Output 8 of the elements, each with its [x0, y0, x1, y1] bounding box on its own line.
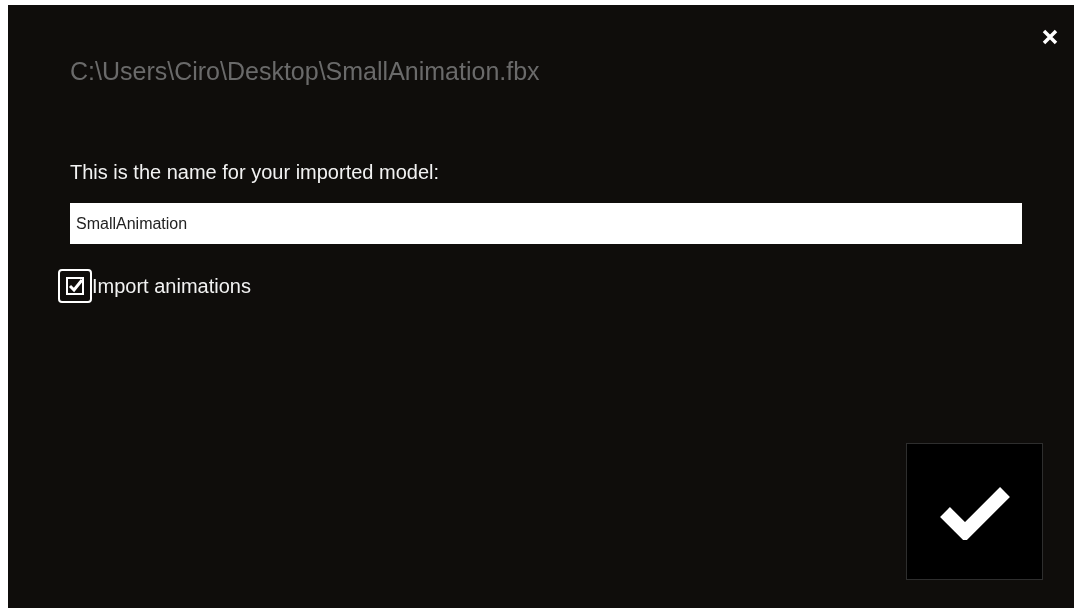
close-icon[interactable]: [1040, 27, 1060, 47]
confirm-button[interactable]: [906, 443, 1043, 580]
import-animations-label: Import animations: [92, 274, 251, 298]
file-path-title: C:\Users\Ciro\Desktop\SmallAnimation.fbx: [70, 57, 541, 86]
prompt-label: This is the name for your imported model:: [70, 161, 441, 184]
model-name-field[interactable]: SmallAnimation: [70, 203, 1022, 244]
check-icon: [66, 277, 84, 295]
import-animations-checkbox[interactable]: [58, 269, 92, 303]
